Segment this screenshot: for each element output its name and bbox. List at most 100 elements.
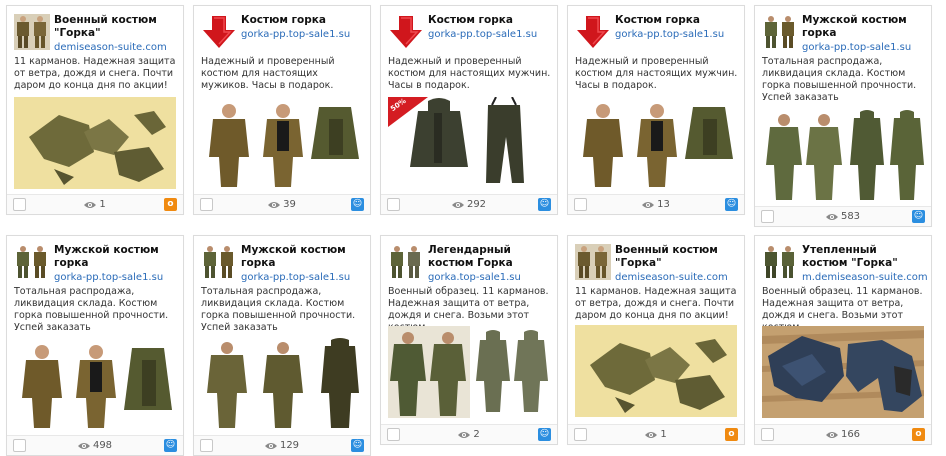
eye-icon	[458, 432, 471, 438]
ad-footer: 1 о	[568, 424, 744, 444]
ad-domain-link[interactable]: gorka-pp.top-sale1.su	[428, 29, 537, 41]
ad-photo[interactable]	[201, 97, 363, 189]
suit-thumb-icon[interactable]	[201, 244, 237, 280]
views-counter: 129	[194, 440, 370, 451]
views-count: 583	[840, 211, 861, 222]
ad-card[interactable]: Мужской костюм горка gorka-pp.top-sale1.…	[193, 235, 371, 456]
eye-icon	[264, 443, 277, 449]
ad-description: Тотальная распродажа, ликвидация склада.…	[201, 286, 356, 333]
ad-domain-link[interactable]: gorka-pp.top-sale1.su	[615, 29, 724, 41]
suit-thumb-icon[interactable]	[762, 244, 798, 280]
odnoklassniki-icon[interactable]: о	[725, 428, 738, 441]
ad-title[interactable]: Костюм горка	[428, 14, 551, 27]
ad-domain-link[interactable]: demiseason-suite.com	[615, 272, 728, 284]
mail-ru-icon[interactable]: ☺	[538, 198, 551, 211]
views-count: 1	[99, 199, 106, 210]
ad-domain-link[interactable]: m.demiseason-suite.com	[802, 272, 928, 284]
ad-domain-link[interactable]: demiseason-suite.com	[54, 42, 167, 54]
ad-card[interactable]: Костюм горка gorka-pp.top-sale1.su Надеж…	[193, 5, 371, 215]
eye-icon	[825, 214, 838, 220]
ad-card[interactable]: Легендарный костюм Горка gorka.top-sale1…	[380, 235, 558, 445]
odnoklassniki-icon[interactable]: о	[164, 198, 177, 211]
views-counter: 498	[7, 440, 183, 451]
ad-photo[interactable]	[762, 110, 924, 202]
mail-ru-icon[interactable]: ☺	[538, 428, 551, 441]
views-count: 39	[283, 199, 296, 210]
mail-ru-icon[interactable]: ☺	[351, 439, 364, 452]
ad-footer: 1 о	[7, 194, 183, 214]
mail-ru-icon[interactable]: ☺	[912, 210, 925, 223]
views-count: 166	[840, 429, 861, 440]
ad-title[interactable]: Военный костюм "Горка"	[615, 244, 738, 270]
ad-photo[interactable]	[14, 338, 176, 430]
eye-icon	[645, 432, 658, 438]
ad-footer: 166 о	[755, 424, 931, 444]
views-counter: 292	[381, 199, 557, 210]
eye-icon	[268, 202, 281, 208]
ad-title[interactable]: Легендарный костюм Горка	[428, 244, 551, 270]
views-count: 2	[473, 429, 480, 440]
views-count: 129	[279, 440, 300, 451]
suit-thumb-icon[interactable]	[14, 244, 50, 280]
suit-thumb-icon[interactable]	[388, 244, 424, 280]
ad-card[interactable]: Костюм горка gorka-pp.top-sale1.su Надеж…	[567, 5, 745, 215]
ad-domain-link[interactable]: gorka.top-sale1.su	[428, 272, 521, 284]
ad-card[interactable]: Костюм горка gorka-pp.top-sale1.su Надеж…	[380, 5, 558, 215]
views-counter: 13	[568, 199, 744, 210]
views-counter: 166	[755, 429, 931, 440]
ad-domain-link[interactable]: gorka-pp.top-sale1.su	[802, 42, 911, 54]
ad-photo[interactable]	[388, 326, 550, 418]
ad-photo[interactable]	[14, 97, 176, 189]
ad-photo[interactable]: 50%	[388, 97, 550, 189]
ad-domain-link[interactable]: gorka-pp.top-sale1.su	[241, 272, 350, 284]
views-counter: 39	[194, 199, 370, 210]
eye-icon	[642, 202, 655, 208]
ad-footer: 2 ☺	[381, 424, 557, 444]
ad-card[interactable]: Военный костюм "Горка" demiseason-suite.…	[567, 235, 745, 445]
ad-footer: 292 ☺	[381, 194, 557, 214]
suit-thumb-icon[interactable]	[762, 14, 798, 50]
ad-photo[interactable]	[201, 338, 363, 430]
ad-footer: 13 ☺	[568, 194, 744, 214]
ad-title[interactable]: Мужской костюм горка	[802, 14, 925, 40]
ad-card[interactable]: Мужской костюм горка gorka-pp.top-sale1.…	[6, 235, 184, 456]
suit-thumb-icon[interactable]	[14, 14, 50, 50]
ad-description: 11 карманов. Надежная защита от ветра, д…	[575, 286, 737, 321]
views-count: 13	[657, 199, 670, 210]
red-arrow-icon[interactable]	[575, 14, 611, 50]
ad-description: Надежный и проверенный костюм для настоя…	[388, 56, 551, 91]
ad-footer: 498 ☺	[7, 435, 183, 455]
views-counter: 1	[7, 199, 183, 210]
red-arrow-icon[interactable]	[201, 14, 237, 50]
views-counter: 1	[568, 429, 744, 440]
mail-ru-icon[interactable]: ☺	[351, 198, 364, 211]
ad-footer: 583 ☺	[755, 206, 931, 226]
ad-title[interactable]: Мужской костюм горка	[54, 244, 177, 270]
red-arrow-icon[interactable]	[388, 14, 424, 50]
ad-title[interactable]: Утепленный костюм "Горка"	[802, 244, 925, 270]
mail-ru-icon[interactable]: ☺	[725, 198, 738, 211]
eye-icon	[77, 443, 90, 449]
ad-title[interactable]: Мужской костюм горка	[241, 244, 364, 270]
ad-card[interactable]: Утепленный костюм "Горка" m.demiseason-s…	[754, 235, 932, 445]
ad-card[interactable]: Военный костюм "Горка" demiseason-suite.…	[6, 5, 184, 215]
ad-card[interactable]: Мужской костюм горка gorka-pp.top-sale1.…	[754, 5, 932, 227]
ad-title[interactable]: Костюм горка	[241, 14, 364, 27]
ad-photo[interactable]	[575, 325, 737, 417]
ad-domain-link[interactable]: gorka-pp.top-sale1.su	[241, 29, 350, 41]
ad-photo[interactable]	[575, 97, 737, 189]
views-count: 498	[92, 440, 113, 451]
ad-description: 11 карманов. Надежная защита от ветра, д…	[14, 56, 176, 91]
ad-description: Тотальная распродажа, ликвидация склада.…	[14, 286, 169, 333]
ad-footer: 129 ☺	[194, 435, 370, 455]
views-counter: 583	[755, 211, 931, 222]
ad-description: Надежный и проверенный костюм для настоя…	[575, 56, 738, 91]
ad-domain-link[interactable]: gorka-pp.top-sale1.su	[54, 272, 163, 284]
ad-photo[interactable]	[762, 326, 924, 418]
odnoklassniki-icon[interactable]: о	[912, 428, 925, 441]
ad-title[interactable]: Военный костюм "Горка"	[54, 14, 177, 40]
ad-description: Тотальная распродажа, ликвидация склада.…	[762, 56, 917, 103]
ad-title[interactable]: Костюм горка	[615, 14, 738, 27]
mail-ru-icon[interactable]: ☺	[164, 439, 177, 452]
suit-thumb-icon[interactable]	[575, 244, 611, 280]
